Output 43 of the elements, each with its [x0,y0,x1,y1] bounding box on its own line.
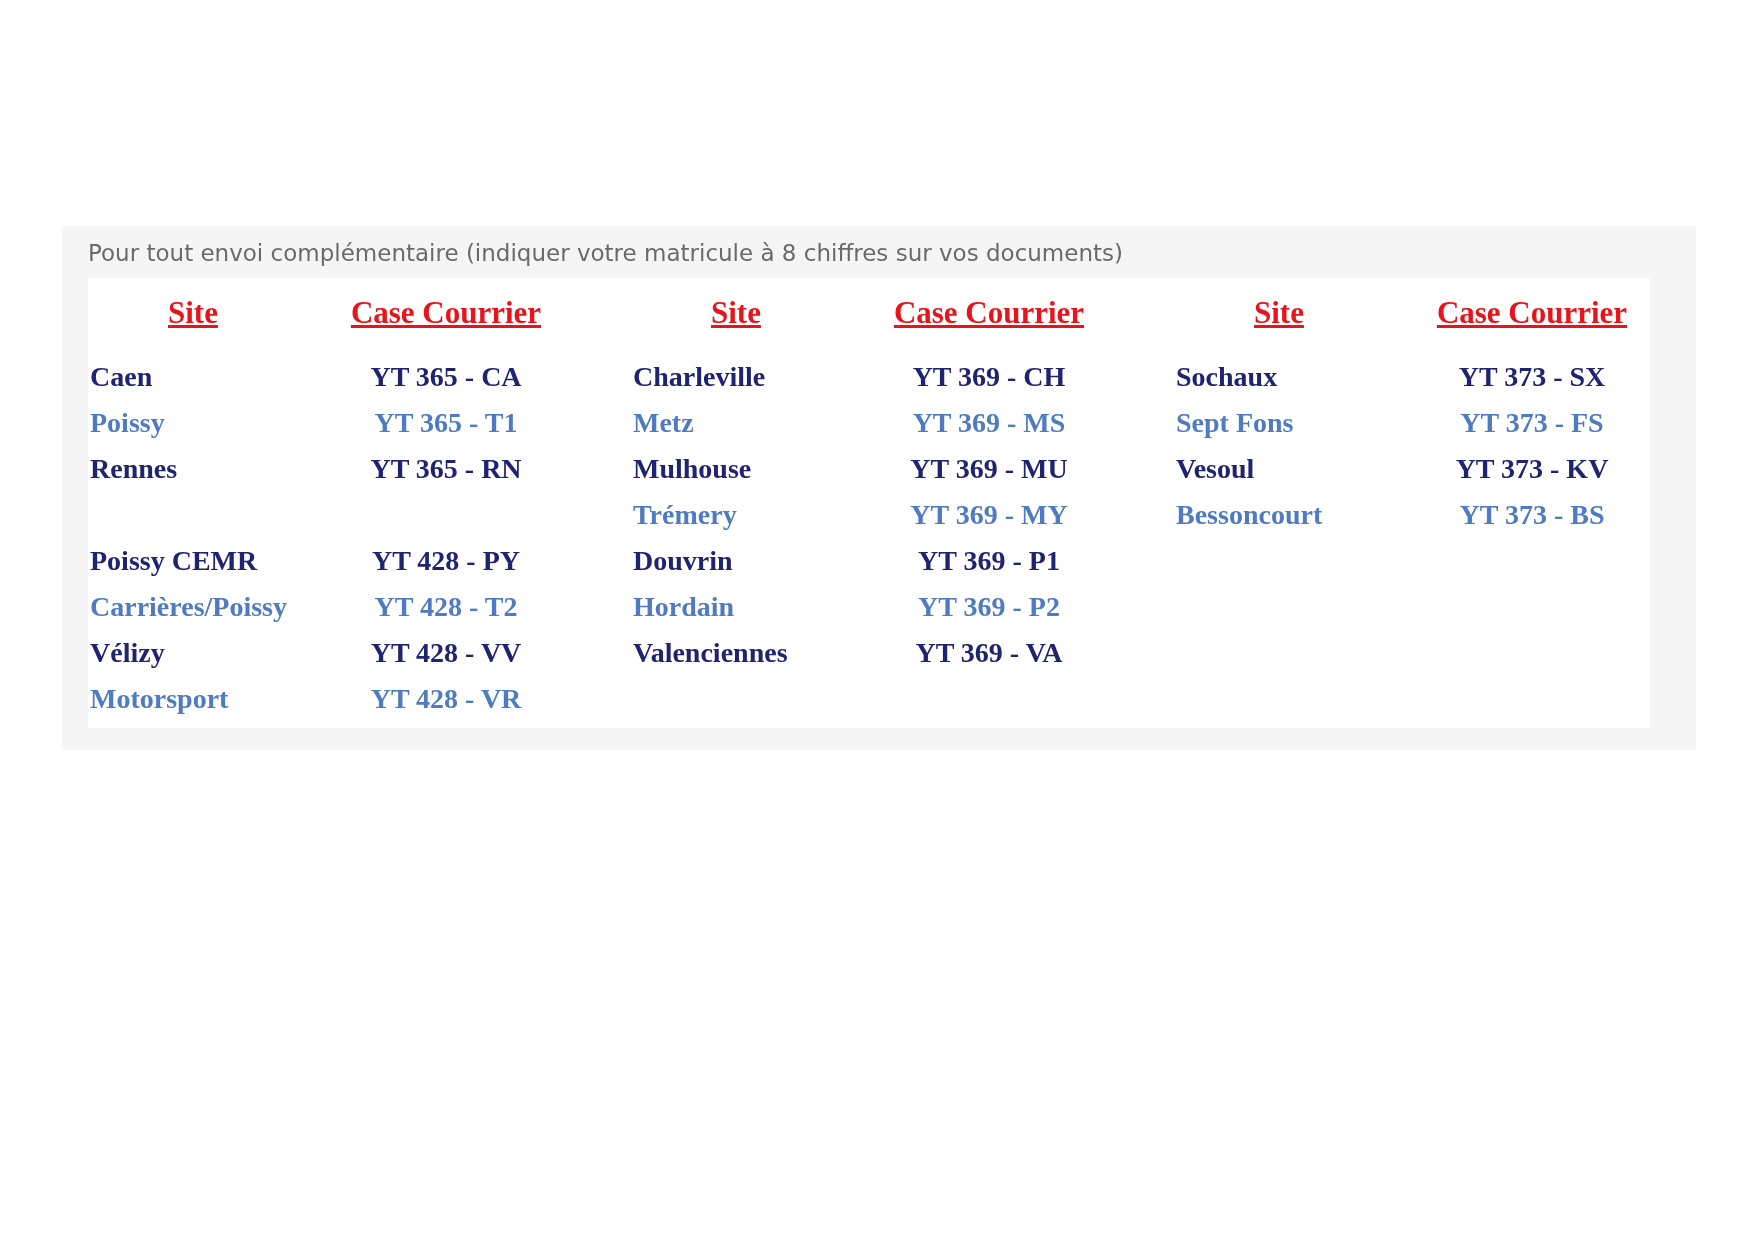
site-name: Vesoul [1176,452,1256,486]
site-name: Poissy CEMR [90,544,259,578]
mailbox-code: YT 369 - MU [909,452,1069,486]
site-name: Sept Fons [1176,406,1295,440]
site-name: Metz [633,406,695,440]
mailbox-code: YT 365 - CA [369,360,523,394]
site-name: Motorsport [90,682,230,716]
mailbox-code: YT 369 - P1 [917,544,1061,578]
site-name: Carrières/Poissy [90,590,288,624]
site-name: Valenciennes [633,636,789,670]
site-name: Mulhouse [633,452,753,486]
site-name: Caen [90,360,154,394]
site-name: Douvrin [633,544,734,578]
mailbox-code: YT 373 - BS [1458,498,1606,532]
mailbox-code: YT 369 - P2 [917,590,1061,624]
caption-text: Pour tout envoi complémentaire (indiquer votre matricule à 8 chiffres sur vos documents) [88,240,1124,266]
column-header: Site [1253,294,1305,332]
mailbox-code: YT 369 - CH [911,360,1067,394]
site-name: Hordain [633,590,736,624]
mailbox-code: YT 369 - MS [911,406,1067,440]
mailbox-code: YT 365 - T1 [373,406,519,440]
mailbox-code: YT 365 - RN [369,452,523,486]
mailbox-code: YT 428 - VV [369,636,523,670]
site-name: Charleville [633,360,767,394]
mailbox-code: YT 428 - T2 [373,590,519,624]
mailbox-code: YT 373 - SX [1457,360,1607,394]
site-name: Sochaux [1176,360,1279,394]
mailbox-code: YT 369 - VA [914,636,1064,670]
mailbox-code: YT 373 - FS [1459,406,1605,440]
site-name: Poissy [90,406,166,440]
column-header: Site [167,294,219,332]
mailbox-code: YT 369 - MY [909,498,1069,532]
mailbox-code: YT 373 - KV [1454,452,1610,486]
column-header: Case Courrier [1435,294,1629,332]
mailbox-code: YT 428 - PY [370,544,521,578]
site-name: Vélizy [90,636,166,670]
column-header: Case Courrier [892,294,1086,332]
mailbox-code: YT 428 - VR [369,682,523,716]
column-header: Case Courrier [349,294,543,332]
site-name: Bessoncourt [1176,498,1324,532]
column-header: Site [710,294,762,332]
site-name: Rennes [90,452,179,486]
site-name: Trémery [633,498,738,532]
